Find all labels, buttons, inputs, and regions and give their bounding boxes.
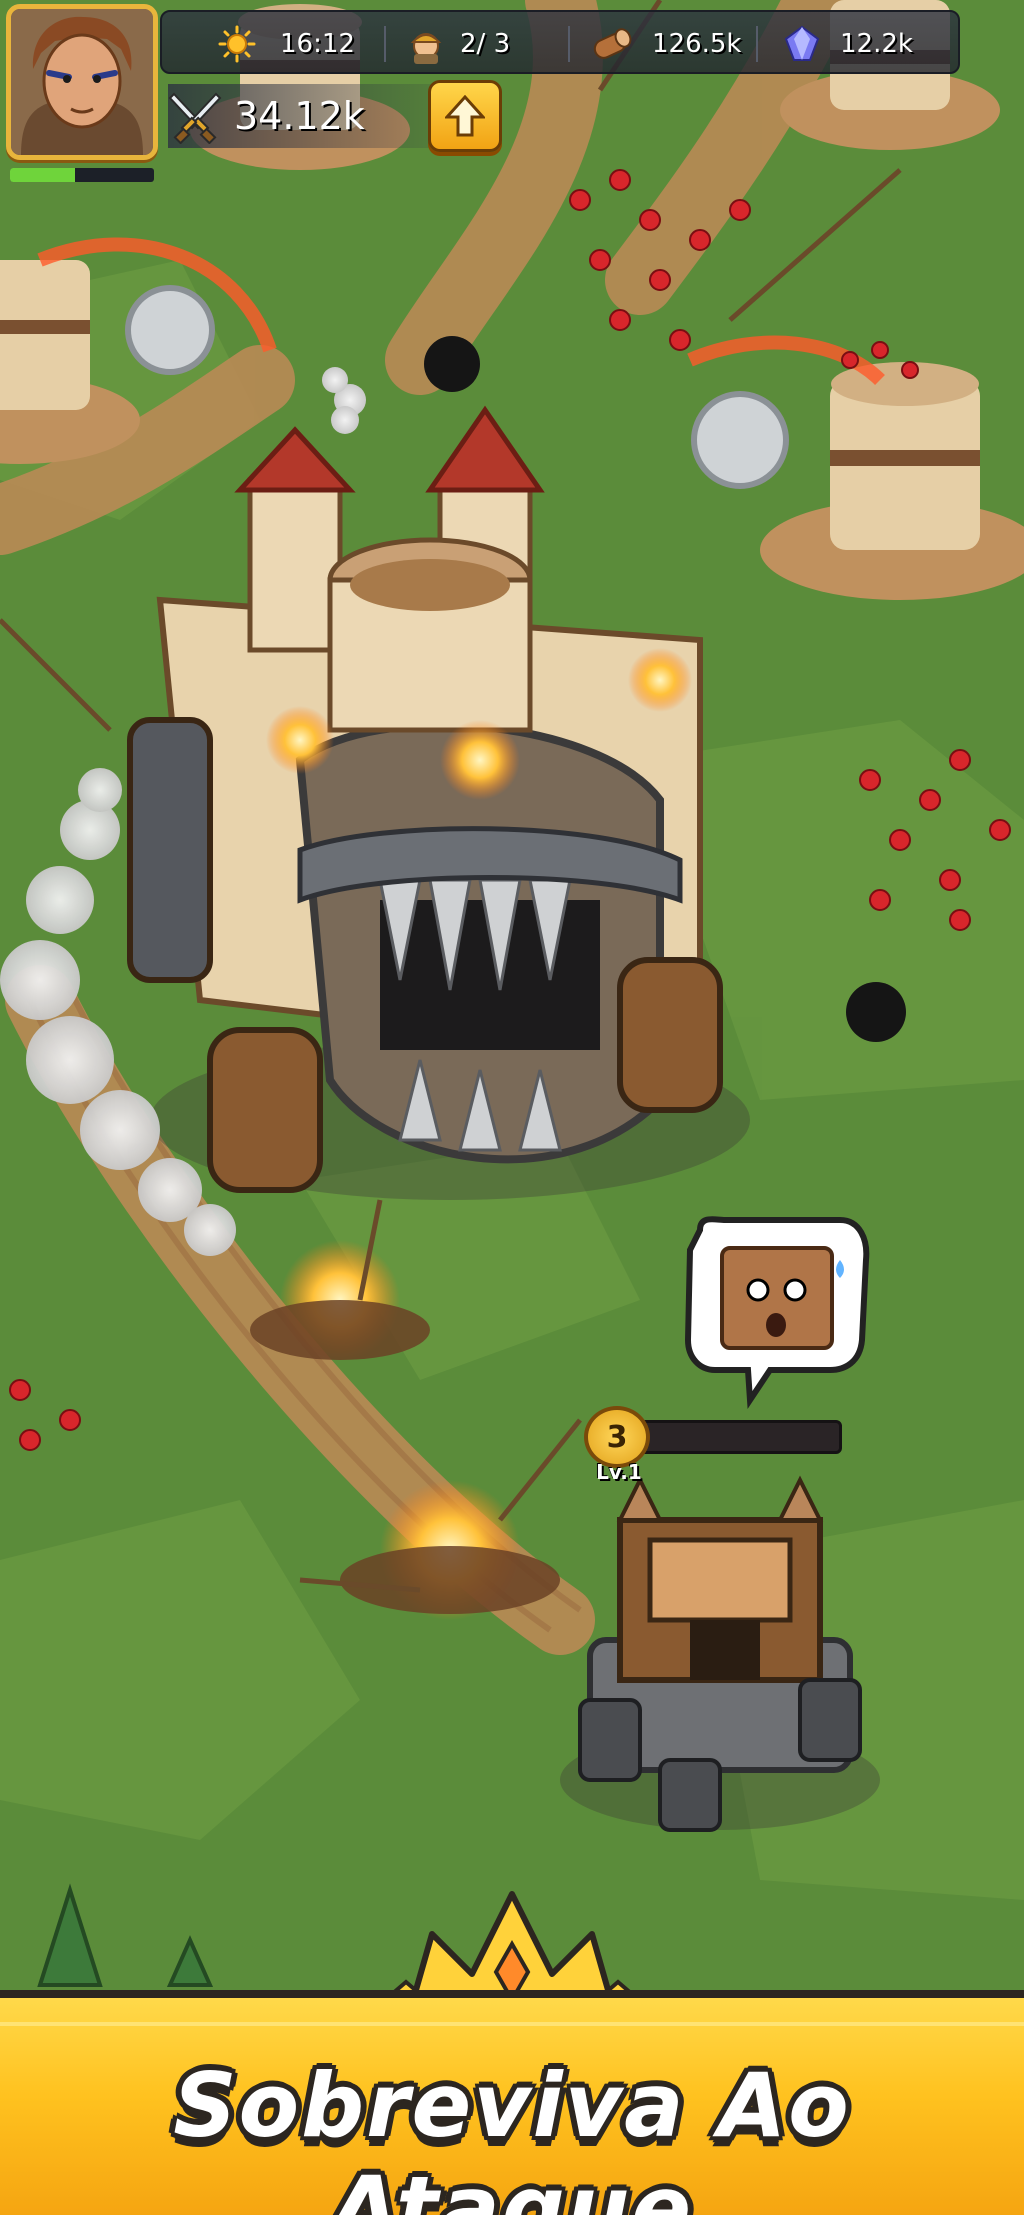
sun-icon [218,25,256,63]
hero-xp-bar [10,168,154,182]
wood-log-icon [590,24,634,64]
hud-divider [568,26,570,62]
wood-display[interactable]: 126.5k [590,22,742,66]
worker-icon [406,24,446,64]
arrow-up-icon [443,94,487,137]
hero-xp-fill [10,168,75,182]
hero-portrait [11,9,153,155]
power-text: 34.12k [234,94,365,138]
unit-level-badge: 3 [584,1406,650,1468]
wood-text: 126.5k [652,29,742,59]
hud-divider [756,26,758,62]
banner-highlight [0,2022,1024,2026]
time-text: 16:12 [280,29,355,59]
unit-level-label: Lv.1 [596,1460,642,1484]
time-display: 16:12 [218,22,355,66]
gems-display[interactable]: 12.2k [782,22,913,66]
banner-title: Sobreviva Ao Ataque [173,2054,851,2215]
unit-health-bar [620,1420,842,1454]
bottom-banner: Sobreviva Ao Ataque [0,1990,1024,2215]
hud-divider [384,26,386,62]
gem-icon [782,24,822,64]
crossed-swords-icon [168,90,222,145]
workers-display[interactable]: 2/ 3 [406,22,510,66]
workers-text: 2/ 3 [460,29,511,59]
gems-text: 12.2k [840,29,913,59]
upgrade-button[interactable] [428,80,502,152]
unit-level-number: 3 [606,1419,628,1455]
hero-avatar[interactable] [6,4,158,160]
battlefield [0,0,1024,2215]
resource-bar: 16:12 2/ 3 126.5k 12.2k [160,10,960,74]
